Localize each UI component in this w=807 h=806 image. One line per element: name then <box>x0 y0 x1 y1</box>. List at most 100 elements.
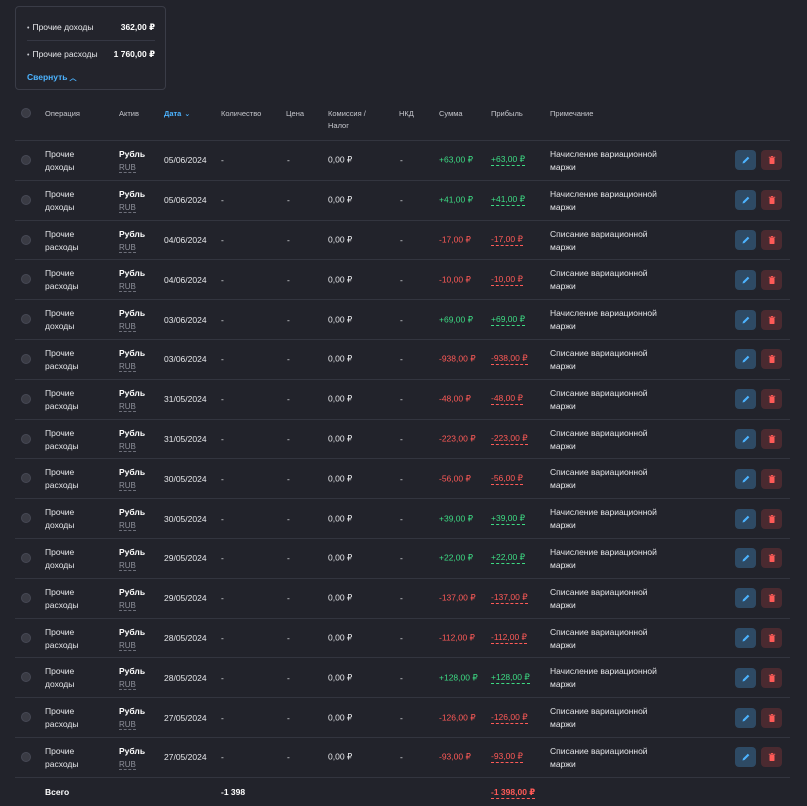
row-checkbox[interactable] <box>21 274 31 285</box>
profit-cell[interactable]: +41,00 ₽ <box>491 194 526 207</box>
delete-button[interactable] <box>761 747 782 768</box>
asset-code[interactable]: RUB <box>119 521 136 532</box>
asset-code[interactable]: RUB <box>119 600 136 611</box>
header-operation[interactable]: Операция <box>45 108 80 120</box>
header-sum[interactable]: Сумма <box>439 108 463 120</box>
edit-button[interactable] <box>735 349 756 370</box>
profit-cell[interactable]: -112,00 ₽ <box>491 632 527 644</box>
profit-cell[interactable]: -93,00 ₽ <box>491 751 523 764</box>
delete-button[interactable] <box>761 389 782 410</box>
delete-button[interactable] <box>761 428 782 449</box>
header-price[interactable]: Цена <box>286 108 304 120</box>
row-checkbox[interactable] <box>21 433 31 444</box>
edit-button[interactable] <box>735 747 756 768</box>
asset-code[interactable]: RUB <box>119 640 136 651</box>
profit-cell[interactable]: +128,00 ₽ <box>491 672 530 684</box>
profit-cell[interactable]: -137,00 ₽ <box>491 592 528 605</box>
edit-button[interactable] <box>735 389 756 410</box>
select-all-checkbox[interactable] <box>21 108 31 118</box>
edit-button[interactable] <box>735 428 756 449</box>
row-checkbox[interactable] <box>21 155 31 165</box>
delete-button[interactable] <box>761 707 782 728</box>
asset-code[interactable]: RUB <box>119 680 136 691</box>
profit-cell[interactable]: -10,00 ₽ <box>491 274 523 286</box>
asset-code[interactable]: RUB <box>119 202 136 213</box>
asset-code[interactable]: RUB <box>119 242 136 253</box>
delete-button[interactable] <box>761 229 782 250</box>
row-checkbox[interactable] <box>21 751 31 762</box>
delete-button[interactable] <box>761 349 782 370</box>
delete-button[interactable] <box>761 150 782 171</box>
row-checkbox[interactable] <box>21 353 31 364</box>
header-commission[interactable]: Комиссия / Налог <box>328 108 366 132</box>
table-row[interactable]: Прочие доходы Рубль RUB 30/05/2024 - - 0,0… <box>15 498 790 538</box>
edit-button[interactable] <box>735 190 756 211</box>
asset-code[interactable]: RUB <box>119 163 136 173</box>
edit-button[interactable] <box>735 627 756 648</box>
table-row[interactable]: Прочие расходы Рубль RUB 04/06/2024 - - 0,… <box>15 259 790 299</box>
delete-button[interactable] <box>761 508 782 529</box>
table-row[interactable]: Прочие расходы Рубль RUB 31/05/2024 - - 0,… <box>15 418 790 459</box>
row-checkbox[interactable] <box>21 592 31 603</box>
delete-button[interactable] <box>761 468 782 489</box>
delete-button[interactable] <box>761 667 782 688</box>
collapse-button[interactable]: Свернуть ︿ <box>27 72 77 83</box>
header-profit[interactable]: Прибыль <box>491 108 523 120</box>
asset-code[interactable]: RUB <box>119 361 136 372</box>
row-checkbox[interactable] <box>21 513 31 524</box>
asset-code[interactable]: RUB <box>119 282 136 293</box>
table-row[interactable]: Прочие расходы Рубль RUB 27/05/2024 - - 0,… <box>15 697 790 737</box>
header-date[interactable]: Дата ⌄ <box>164 108 190 121</box>
profit-cell[interactable]: +22,00 ₽ <box>491 552 526 565</box>
header-asset[interactable]: Актив <box>119 108 139 120</box>
asset-code[interactable]: RUB <box>119 322 136 333</box>
delete-button[interactable] <box>761 309 782 330</box>
edit-button[interactable] <box>735 548 756 569</box>
delete-button[interactable] <box>761 548 782 569</box>
asset-code[interactable]: RUB <box>119 560 136 571</box>
profit-cell[interactable]: +69,00 ₽ <box>491 314 526 326</box>
table-row[interactable]: Прочие расходы Рубль RUB 03/06/2024 - - 0,… <box>15 338 790 379</box>
asset-code[interactable]: RUB <box>119 759 136 770</box>
table-row[interactable]: Прочие доходы Рубль RUB 03/06/2024 - - 0,0… <box>15 299 790 339</box>
table-row[interactable]: Прочие доходы Рубль RUB 29/05/2024 - - 0,0… <box>15 537 790 578</box>
table-row[interactable]: Прочие расходы Рубль RUB 30/05/2024 - - 0,… <box>15 458 790 498</box>
table-row[interactable]: Прочие доходы Рубль RUB 05/06/2024 - - 0,0… <box>15 140 790 180</box>
asset-code[interactable]: RUB <box>119 720 136 731</box>
table-row[interactable]: Прочие доходы Рубль RUB 05/06/2024 - - 0,0… <box>15 179 790 220</box>
profit-cell[interactable]: +63,00 ₽ <box>491 154 526 167</box>
row-checkbox[interactable] <box>21 194 31 205</box>
row-checkbox[interactable] <box>21 712 31 723</box>
row-checkbox[interactable] <box>21 393 31 404</box>
edit-button[interactable] <box>735 707 756 728</box>
row-checkbox[interactable] <box>21 314 31 325</box>
profit-cell[interactable]: -56,00 ₽ <box>491 473 523 485</box>
profit-cell[interactable]: -223,00 ₽ <box>491 433 528 445</box>
profit-cell[interactable]: -938,00 ₽ <box>491 353 528 366</box>
row-checkbox[interactable] <box>21 473 31 484</box>
row-checkbox[interactable] <box>21 632 31 643</box>
edit-button[interactable] <box>735 229 756 250</box>
table-row[interactable]: Прочие доходы Рубль RUB 28/05/2024 - - 0,0… <box>15 657 790 697</box>
row-checkbox[interactable] <box>21 552 31 563</box>
delete-button[interactable] <box>761 190 782 211</box>
edit-button[interactable] <box>735 667 756 688</box>
edit-button[interactable] <box>735 309 756 330</box>
delete-button[interactable] <box>761 627 782 648</box>
profit-cell[interactable]: -17,00 ₽ <box>491 234 523 246</box>
edit-button[interactable] <box>735 468 756 489</box>
row-checkbox[interactable] <box>21 672 31 683</box>
delete-button[interactable] <box>761 269 782 290</box>
edit-button[interactable] <box>735 269 756 290</box>
edit-button[interactable] <box>735 508 756 529</box>
edit-button[interactable] <box>735 588 756 609</box>
table-row[interactable]: Прочие расходы Рубль RUB 31/05/2024 - - 0,… <box>15 378 790 419</box>
table-row[interactable]: Прочие расходы Рубль RUB 28/05/2024 - - 0,… <box>15 617 790 658</box>
row-checkbox[interactable] <box>21 234 31 245</box>
edit-button[interactable] <box>735 150 756 171</box>
table-row[interactable]: Прочие расходы Рубль RUB 04/06/2024 - - 0,… <box>15 219 790 260</box>
delete-button[interactable] <box>761 588 782 609</box>
header-quantity[interactable]: Количество <box>221 108 261 120</box>
table-row[interactable]: Прочие расходы Рубль RUB 29/05/2024 - - 0,… <box>15 577 790 618</box>
profit-cell[interactable]: +39,00 ₽ <box>491 513 526 525</box>
